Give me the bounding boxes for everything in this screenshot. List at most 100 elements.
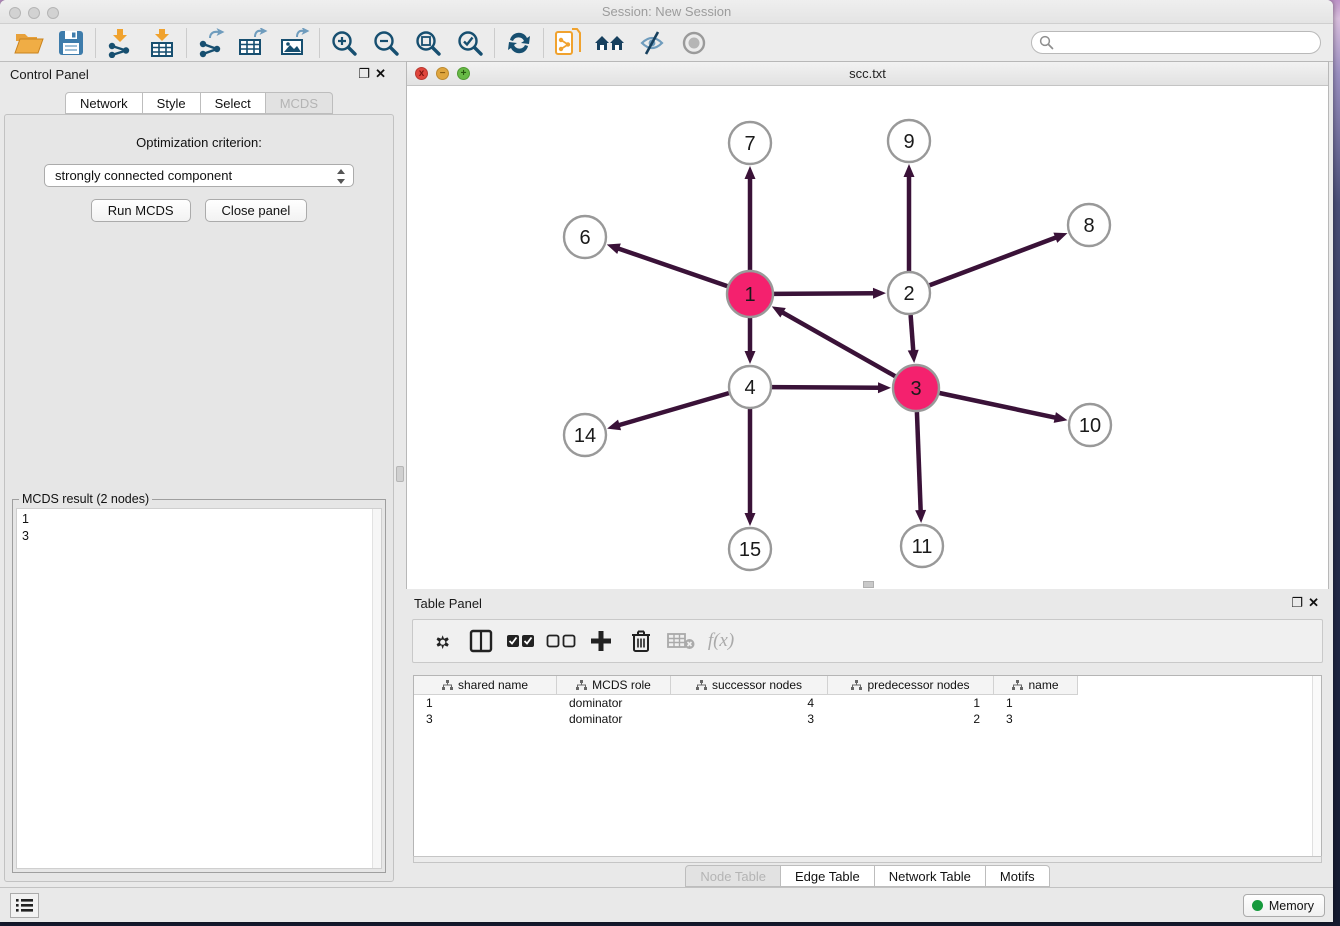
edge-4-3[interactable] bbox=[772, 382, 891, 393]
edge-3-1[interactable] bbox=[772, 306, 895, 376]
show-graphics-details-icon[interactable] bbox=[673, 27, 715, 59]
network-titlebar: x − + scc.txt bbox=[407, 62, 1328, 86]
control-panel-tabs: Network Style Select MCDS bbox=[4, 92, 394, 114]
select-all-columns-icon[interactable] bbox=[503, 624, 539, 658]
table-scrollbar[interactable] bbox=[1312, 676, 1321, 856]
search-field-wrap bbox=[1031, 31, 1321, 54]
node-label: 1 bbox=[744, 284, 755, 306]
close-panel-icon[interactable]: ✕ bbox=[375, 67, 386, 80]
column-header-4[interactable]: name bbox=[994, 676, 1078, 695]
edge-4-14[interactable] bbox=[607, 393, 729, 430]
export-table-icon[interactable] bbox=[232, 27, 274, 59]
node-4[interactable]: 4 bbox=[729, 366, 771, 408]
edge-2-9[interactable] bbox=[904, 164, 915, 271]
unselect-all-columns-icon[interactable] bbox=[543, 624, 579, 658]
import-network-icon[interactable] bbox=[99, 27, 141, 59]
hide-graphics-details-icon[interactable] bbox=[631, 27, 673, 59]
delete-table-icon bbox=[663, 624, 699, 658]
task-history-button[interactable] bbox=[10, 893, 39, 918]
node-11[interactable]: 11 bbox=[901, 525, 943, 567]
edge-1-7[interactable] bbox=[745, 166, 756, 270]
memory-button[interactable]: Memory bbox=[1243, 894, 1325, 917]
table-cell: 1 bbox=[828, 695, 994, 711]
hierarchy-icon bbox=[851, 680, 862, 691]
search-input[interactable] bbox=[1031, 31, 1321, 54]
float-panel-icon[interactable]: ❐ bbox=[358, 67, 370, 80]
run-mcds-button[interactable]: Run MCDS bbox=[91, 199, 191, 222]
save-session-icon[interactable] bbox=[50, 27, 92, 59]
apply-layout-icon[interactable] bbox=[498, 27, 540, 59]
tab-network-table[interactable]: Network Table bbox=[875, 865, 986, 887]
close-panel-button[interactable]: Close panel bbox=[205, 199, 308, 222]
optimization-criterion-select[interactable]: strongly connected component bbox=[44, 164, 354, 187]
node-10[interactable]: 10 bbox=[1069, 404, 1111, 446]
edge-2-8[interactable] bbox=[930, 233, 1068, 286]
node-2[interactable]: 2 bbox=[888, 272, 930, 314]
zoom-in-icon[interactable] bbox=[323, 27, 365, 59]
column-header-3[interactable]: predecessor nodes bbox=[828, 676, 994, 695]
node-6[interactable]: 6 bbox=[564, 216, 606, 258]
float-table-panel-icon[interactable]: ❐ bbox=[1291, 596, 1303, 609]
table-row[interactable]: 3dominator323 bbox=[414, 711, 1321, 727]
column-header-2[interactable]: successor nodes bbox=[671, 676, 828, 695]
edge-3-10[interactable] bbox=[939, 393, 1067, 423]
tab-edge-table[interactable]: Edge Table bbox=[781, 865, 875, 887]
node-label: 3 bbox=[910, 378, 921, 400]
table-cell: 2 bbox=[828, 711, 994, 727]
node-14[interactable]: 14 bbox=[564, 414, 606, 456]
tab-motifs[interactable]: Motifs bbox=[986, 865, 1050, 887]
zoom-fit-icon[interactable] bbox=[407, 27, 449, 59]
new-network-from-selection-icon[interactable] bbox=[547, 27, 589, 59]
edge-1-4[interactable] bbox=[745, 318, 756, 364]
edge-4-15[interactable] bbox=[745, 409, 756, 526]
table-cell: 3 bbox=[994, 711, 1078, 727]
export-network-icon[interactable] bbox=[190, 27, 232, 59]
canvas-scroll-thumb[interactable] bbox=[863, 581, 874, 588]
edge-1-6[interactable] bbox=[607, 244, 728, 287]
node-label: 11 bbox=[912, 536, 933, 558]
table-options-icon[interactable] bbox=[423, 624, 459, 658]
result-scrollbar[interactable] bbox=[372, 509, 381, 868]
chevron-up-down-icon bbox=[336, 168, 346, 185]
panel-divider-grip[interactable] bbox=[396, 466, 404, 482]
node-8[interactable]: 8 bbox=[1068, 204, 1110, 246]
table-cell: 3 bbox=[414, 711, 557, 727]
add-column-icon[interactable] bbox=[583, 624, 619, 658]
node-1[interactable]: 1 bbox=[727, 271, 773, 317]
column-panes-icon[interactable] bbox=[463, 624, 499, 658]
column-header-1[interactable]: MCDS role bbox=[557, 676, 671, 695]
node-15[interactable]: 15 bbox=[729, 528, 771, 570]
node-label: 14 bbox=[574, 425, 596, 447]
hierarchy-icon bbox=[1012, 680, 1023, 691]
table-footer-strip bbox=[413, 856, 1322, 863]
close-table-panel-icon[interactable]: ✕ bbox=[1308, 596, 1319, 609]
tab-network[interactable]: Network bbox=[65, 92, 143, 114]
edge-1-2[interactable] bbox=[774, 288, 886, 299]
import-table-icon[interactable] bbox=[141, 27, 183, 59]
tab-style[interactable]: Style bbox=[143, 92, 201, 114]
table-cell: dominator bbox=[557, 695, 671, 711]
export-image-icon[interactable] bbox=[274, 27, 316, 59]
open-session-icon[interactable] bbox=[8, 27, 50, 59]
tab-mcds[interactable]: MCDS bbox=[266, 92, 333, 114]
first-neighbors-icon[interactable] bbox=[589, 27, 631, 59]
node-table: shared nameMCDS rolesuccessor nodesprede… bbox=[413, 675, 1322, 856]
memory-label: Memory bbox=[1269, 899, 1314, 913]
status-bar: Memory bbox=[0, 887, 1333, 922]
network-canvas[interactable]: 1 2 3 4 6 7 8 9 10 11 14 15 bbox=[407, 86, 1328, 589]
table-row[interactable]: 1dominator411 bbox=[414, 695, 1321, 711]
node-label: 8 bbox=[1083, 215, 1094, 237]
column-header-0[interactable]: shared name bbox=[414, 676, 557, 695]
tab-node-table[interactable]: Node Table bbox=[685, 865, 781, 887]
node-label: 7 bbox=[744, 133, 755, 155]
tab-select[interactable]: Select bbox=[201, 92, 266, 114]
node-7[interactable]: 7 bbox=[729, 122, 771, 164]
node-3[interactable]: 3 bbox=[893, 365, 939, 411]
delete-column-icon[interactable] bbox=[623, 624, 659, 658]
zoom-selected-icon[interactable] bbox=[449, 27, 491, 59]
edge-2-3[interactable] bbox=[908, 315, 919, 363]
node-9[interactable]: 9 bbox=[888, 120, 930, 162]
function-builder-icon: f(x) bbox=[703, 624, 739, 658]
edge-3-11[interactable] bbox=[915, 412, 926, 523]
zoom-out-icon[interactable] bbox=[365, 27, 407, 59]
